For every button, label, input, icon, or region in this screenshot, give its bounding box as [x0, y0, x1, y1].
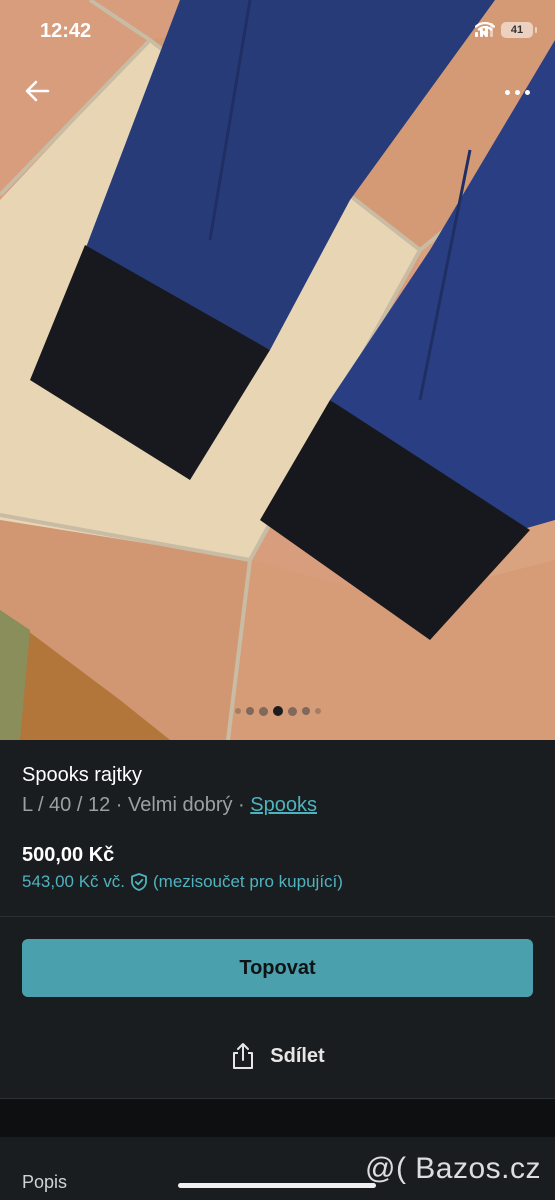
gallery-dot[interactable]: [314, 708, 321, 714]
product-photo[interactable]: 12:42 41: [0, 0, 555, 740]
status-bar: 12:42 41: [0, 0, 555, 66]
gallery-indicator[interactable]: [0, 706, 555, 716]
status-icons: 41: [475, 22, 537, 38]
price-note: (mezisoučet pro kupující): [153, 872, 343, 891]
back-button[interactable]: [22, 75, 54, 107]
actions-section: Topovat Sdílet: [0, 917, 555, 1098]
share-icon: [233, 1043, 254, 1069]
gallery-dot[interactable]: [234, 708, 241, 714]
gallery-dot[interactable]: [245, 707, 254, 715]
more-dot: [504, 89, 510, 95]
listing-details: L / 40 / 12 · Velmi dobrý · Spooks: [22, 794, 317, 817]
battery-icon: 41: [501, 22, 537, 38]
section-gap: [0, 1099, 555, 1137]
more-options-button[interactable]: [501, 78, 533, 106]
size-condition-text: L / 40 / 12 · Velmi dobrý ·: [22, 794, 251, 816]
gallery-dot[interactable]: [301, 707, 310, 715]
brand-link[interactable]: Spooks: [250, 794, 317, 816]
gallery-dot-active[interactable]: [272, 706, 283, 716]
description-heading: Popis: [22, 1172, 68, 1192]
promote-button[interactable]: Topovat: [22, 939, 533, 997]
listing-price: 500,00 Kč: [22, 844, 115, 866]
share-button[interactable]: Sdílet: [0, 1041, 555, 1071]
gallery-dot[interactable]: [287, 706, 297, 716]
photo-illustration: [0, 0, 555, 740]
buyer-total-price[interactable]: 543,00 Kč vč. (mezisoučet pro kupující): [22, 872, 343, 892]
gallery-dot[interactable]: [258, 706, 268, 716]
listing-info: Spooks rajtky L / 40 / 12 · Velmi dobrý …: [0, 740, 555, 916]
shield-check-icon: [131, 873, 147, 891]
more-dot: [514, 89, 520, 95]
price-with-fee: 543,00 Kč vč.: [22, 872, 126, 891]
battery-level: 41: [510, 24, 524, 36]
listing-title: Spooks rajtky: [22, 764, 143, 786]
status-time: 12:42: [40, 20, 92, 42]
more-dot: [524, 89, 530, 95]
wifi-icon: [475, 22, 495, 36]
bazos-watermark: @( Bazos.cz: [365, 1152, 541, 1185]
share-label: Sdílet: [270, 1044, 325, 1067]
arrow-left-icon: [25, 80, 50, 102]
home-indicator: [178, 1183, 376, 1188]
